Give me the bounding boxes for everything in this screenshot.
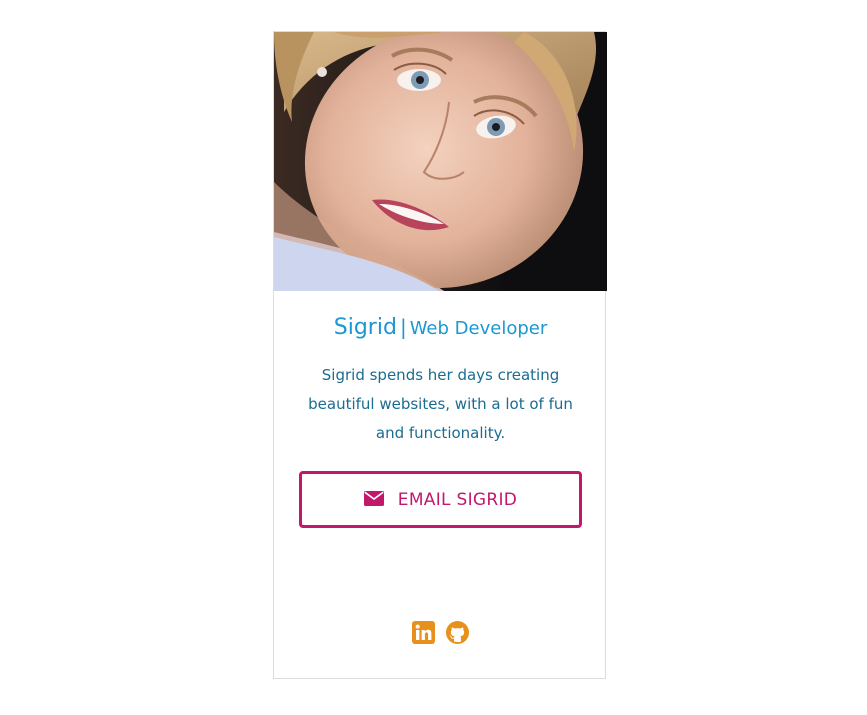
- email-button[interactable]: EMAIL SIGRID: [299, 471, 582, 528]
- profile-title: Sigrid | Web Developer: [274, 315, 607, 340]
- profile-card: Sigrid | Web Developer Sigrid spends her d…: [273, 31, 607, 679]
- email-button-label: EMAIL SIGRID: [397, 489, 518, 510]
- linkedin-icon[interactable]: [412, 621, 435, 644]
- profile-photo: [274, 32, 607, 291]
- github-icon[interactable]: [446, 621, 469, 644]
- profile-name: Sigrid: [333, 315, 397, 340]
- envelope-icon: [363, 490, 384, 506]
- profile-role: Web Developer: [409, 318, 548, 339]
- social-links: [274, 621, 607, 644]
- profile-bio: Sigrid spends her days creating beautifu…: [308, 366, 573, 442]
- title-separator: |: [399, 315, 407, 339]
